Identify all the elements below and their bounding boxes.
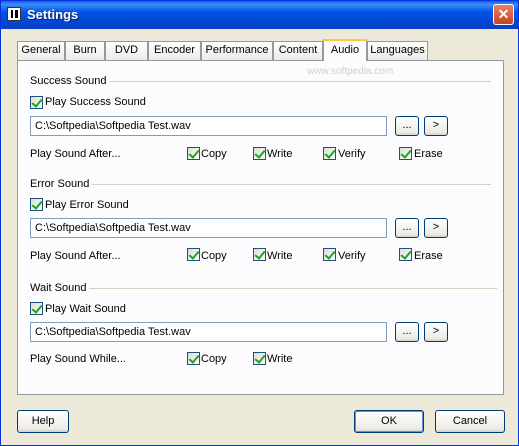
wait-file-field[interactable]: C:\Softpedia\Softpedia Test.wav bbox=[30, 322, 387, 342]
success-verify-label[interactable]: Verify bbox=[338, 148, 366, 160]
wait-write-label[interactable]: Write bbox=[267, 353, 292, 365]
wait-copy-checkbox[interactable] bbox=[187, 352, 200, 365]
error-write-checkbox[interactable] bbox=[253, 248, 266, 261]
success-after-label: Play Sound After... bbox=[30, 148, 121, 160]
error-copy-checkbox[interactable] bbox=[187, 248, 200, 261]
window-title: Settings bbox=[27, 7, 79, 22]
tab-performance[interactable]: Performance bbox=[201, 41, 273, 60]
error-play-button[interactable]: > bbox=[424, 218, 448, 238]
watermark: www.softpedia.com bbox=[307, 66, 394, 77]
success-erase-label[interactable]: Erase bbox=[414, 148, 443, 160]
error-separator bbox=[92, 184, 491, 186]
tab-encoder[interactable]: Encoder bbox=[148, 41, 201, 60]
error-after-label: Play Sound After... bbox=[30, 250, 121, 262]
cancel-button[interactable]: Cancel bbox=[435, 410, 505, 433]
tab-general[interactable]: General bbox=[17, 41, 65, 60]
play-success-label[interactable]: Play Success Sound bbox=[45, 96, 146, 108]
help-button[interactable]: Help bbox=[17, 410, 69, 433]
success-separator bbox=[109, 81, 491, 83]
error-write-label[interactable]: Write bbox=[267, 250, 292, 262]
success-write-checkbox[interactable] bbox=[253, 147, 266, 160]
success-copy-checkbox[interactable] bbox=[187, 147, 200, 160]
error-erase-checkbox[interactable] bbox=[399, 248, 412, 261]
error-copy-label[interactable]: Copy bbox=[201, 250, 227, 262]
ok-button[interactable]: OK bbox=[354, 410, 424, 433]
play-wait-label[interactable]: Play Wait Sound bbox=[45, 303, 126, 315]
error-file-field[interactable]: C:\Softpedia\Softpedia Test.wav bbox=[30, 218, 387, 238]
wait-separator bbox=[89, 288, 497, 290]
error-erase-label[interactable]: Erase bbox=[414, 250, 443, 262]
success-write-label[interactable]: Write bbox=[267, 148, 292, 160]
tab-content[interactable]: Content bbox=[273, 41, 323, 60]
wait-while-label: Play Sound While... bbox=[30, 353, 126, 365]
error-verify-checkbox[interactable] bbox=[323, 248, 336, 261]
success-file-field[interactable]: C:\Softpedia\Softpedia Test.wav bbox=[30, 116, 387, 136]
wait-copy-label[interactable]: Copy bbox=[201, 353, 227, 365]
success-verify-checkbox[interactable] bbox=[323, 147, 336, 160]
wait-group-title: Wait Sound bbox=[30, 282, 87, 294]
play-wait-checkbox[interactable] bbox=[30, 302, 43, 315]
app-icon bbox=[7, 7, 21, 21]
close-icon: ✕ bbox=[497, 6, 510, 22]
play-error-checkbox[interactable] bbox=[30, 198, 43, 211]
play-error-label[interactable]: Play Error Sound bbox=[45, 199, 129, 211]
tab-audio[interactable]: Audio bbox=[323, 39, 367, 61]
tab-burn[interactable]: Burn bbox=[65, 41, 105, 60]
success-group-title: Success Sound bbox=[30, 75, 107, 87]
close-button[interactable]: ✕ bbox=[493, 4, 514, 25]
success-copy-label[interactable]: Copy bbox=[201, 148, 227, 160]
wait-play-button[interactable]: > bbox=[424, 322, 448, 342]
success-erase-checkbox[interactable] bbox=[399, 147, 412, 160]
wait-browse-button[interactable]: ... bbox=[395, 322, 419, 342]
settings-window: Settings ✕ General Burn DVD Encoder Perf… bbox=[0, 0, 519, 446]
success-browse-button[interactable]: ... bbox=[395, 116, 419, 136]
tab-dvd[interactable]: DVD bbox=[105, 41, 148, 60]
wait-write-checkbox[interactable] bbox=[253, 352, 266, 365]
error-browse-button[interactable]: ... bbox=[395, 218, 419, 238]
error-verify-label[interactable]: Verify bbox=[338, 250, 366, 262]
tab-languages[interactable]: Languages bbox=[367, 41, 428, 60]
play-success-checkbox[interactable] bbox=[30, 96, 43, 109]
error-group-title: Error Sound bbox=[30, 178, 90, 190]
title-bar[interactable]: Settings ✕ bbox=[1, 1, 518, 29]
success-play-button[interactable]: > bbox=[424, 116, 448, 136]
